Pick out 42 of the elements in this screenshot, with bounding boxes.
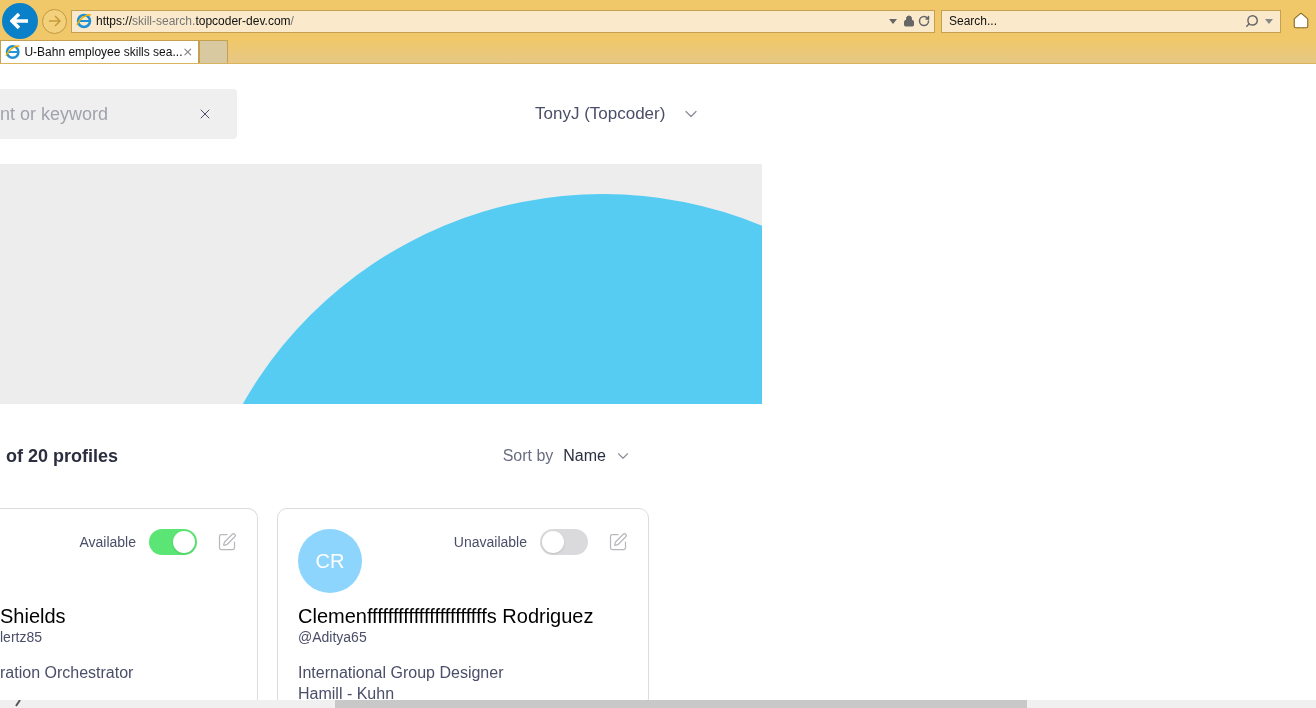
dropdown-caret-icon[interactable] bbox=[889, 18, 897, 24]
sort-dropdown[interactable]: Name bbox=[563, 444, 632, 468]
address-bar[interactable]: https://skill-search.topcoder-dev.com/ bbox=[71, 9, 935, 33]
profile-name: Clemenfffffffffffffffffffffffs Rodriguez bbox=[298, 604, 595, 629]
edit-icon[interactable] bbox=[217, 532, 237, 552]
search-placeholder: nt or keyword bbox=[0, 102, 109, 126]
user-menu[interactable]: TonyJ (Topcoder) bbox=[535, 101, 702, 127]
job-title: International Group Designer bbox=[298, 663, 505, 683]
forward-button[interactable] bbox=[42, 8, 67, 34]
job-title: ration Orchestrator bbox=[0, 663, 135, 683]
back-arrow-icon bbox=[10, 12, 30, 30]
edit-icon[interactable] bbox=[608, 532, 628, 552]
home-icon[interactable] bbox=[1292, 12, 1310, 30]
availability-toggle[interactable] bbox=[540, 529, 588, 555]
browser-logo-icon bbox=[76, 13, 92, 29]
close-icon[interactable] bbox=[182, 46, 194, 58]
availability-toggle[interactable] bbox=[149, 529, 197, 555]
scrollbar-thumb[interactable] bbox=[335, 700, 1027, 708]
browser-logo-icon bbox=[5, 44, 21, 60]
profile-handle: lertz85 bbox=[0, 629, 44, 645]
back-button[interactable] bbox=[2, 3, 38, 39]
dropdown-caret-icon[interactable] bbox=[1265, 18, 1273, 24]
tab-title: U-Bahn employee skills sea... bbox=[24, 44, 183, 61]
profile-name: Shields bbox=[0, 604, 67, 629]
lock-icon bbox=[903, 15, 915, 27]
results-count: of 20 profiles bbox=[6, 444, 119, 468]
search-placeholder: Search... bbox=[949, 13, 998, 30]
address-text: https://skill-search.topcoder-dev.com/ bbox=[96, 13, 294, 30]
refresh-icon[interactable] bbox=[918, 15, 930, 27]
web-search-box[interactable]: Search... bbox=[941, 9, 1281, 33]
company-name: Hamill - Kuhn bbox=[298, 684, 396, 704]
search-icon[interactable] bbox=[1245, 14, 1259, 28]
sort-label: Sort by bbox=[502, 446, 554, 466]
scroll-left-icon[interactable] bbox=[14, 700, 22, 708]
forward-arrow-icon bbox=[47, 15, 62, 27]
browser-tab[interactable]: U-Bahn employee skills sea... bbox=[0, 40, 199, 63]
profile-handle: @Aditya65 bbox=[298, 629, 368, 645]
avatar: CR bbox=[298, 529, 362, 593]
availability-label: Available bbox=[79, 532, 136, 552]
horizontal-scrollbar[interactable] bbox=[0, 700, 1316, 708]
new-tab-button[interactable] bbox=[199, 40, 228, 63]
availability-label: Unavailable bbox=[453, 532, 527, 552]
